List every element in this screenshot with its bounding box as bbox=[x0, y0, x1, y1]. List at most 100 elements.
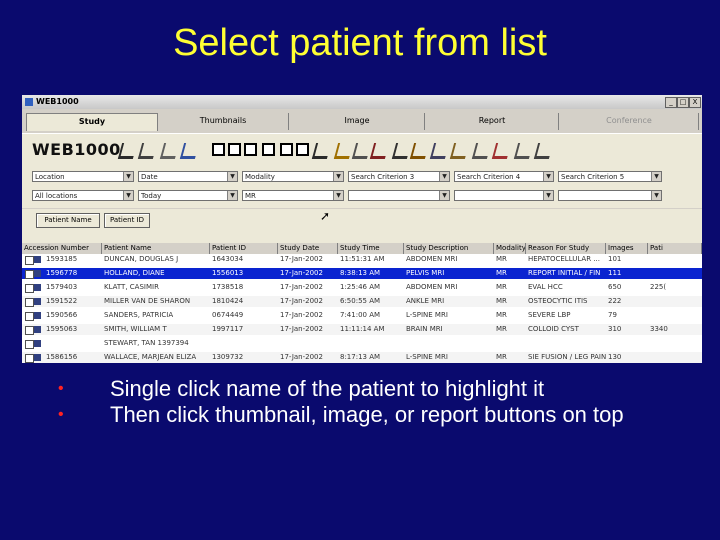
table-cell: MR bbox=[496, 311, 507, 319]
table-cell: 3340 bbox=[650, 325, 668, 333]
chevron-down-icon[interactable]: ▼ bbox=[651, 191, 661, 200]
column-header[interactable]: Study Date bbox=[278, 243, 338, 254]
film-icon[interactable] bbox=[429, 143, 450, 159]
refresh-icon[interactable] bbox=[179, 143, 200, 159]
column-header[interactable]: Modality bbox=[494, 243, 526, 254]
tab-study[interactable]: Study bbox=[26, 113, 158, 131]
row-expand-icon[interactable] bbox=[25, 298, 34, 307]
patient-name-button[interactable]: Patient Name bbox=[36, 213, 100, 228]
column-header[interactable]: Patient Name bbox=[102, 243, 210, 254]
print-icon[interactable] bbox=[311, 143, 332, 159]
row-expand-icon[interactable] bbox=[25, 326, 34, 335]
row-expand-icon[interactable] bbox=[25, 312, 34, 321]
table-cell: 1579403 bbox=[46, 283, 78, 291]
lock-icon[interactable] bbox=[449, 143, 470, 159]
search-criterion-3-select[interactable]: Search Criterion 3 ▼ bbox=[348, 171, 450, 182]
row-expand-icon[interactable] bbox=[25, 354, 34, 363]
trash-icon[interactable] bbox=[471, 143, 492, 159]
table-row[interactable]: 1591522 MILLER VAN DE SHARON 1810424 17-Jan… bbox=[22, 296, 702, 307]
copy-icon[interactable] bbox=[159, 143, 180, 159]
tab-report[interactable]: Report bbox=[426, 113, 559, 130]
table-cell: ABDOMEN MRI bbox=[406, 283, 458, 291]
annotate-icon[interactable] bbox=[391, 143, 412, 159]
search-criterion-5-select[interactable]: Search Criterion 5 ▼ bbox=[558, 171, 662, 182]
column-header[interactable]: Study Time bbox=[338, 243, 404, 254]
chevron-down-icon[interactable]: ▼ bbox=[651, 172, 661, 181]
study-icon bbox=[34, 312, 41, 319]
chevron-down-icon[interactable]: ▼ bbox=[333, 172, 343, 181]
row-expand-icon[interactable] bbox=[25, 340, 34, 349]
row-expand-icon[interactable] bbox=[25, 284, 34, 293]
column-header[interactable]: Reason For Study bbox=[526, 243, 606, 254]
table-cell: 1309732 bbox=[212, 353, 244, 361]
minimize-button[interactable]: _ bbox=[665, 97, 677, 108]
column-header[interactable]: Patient ID bbox=[210, 243, 278, 254]
close-button[interactable]: X bbox=[689, 97, 701, 108]
criterion-3-value-input[interactable]: ▼ bbox=[348, 190, 450, 201]
row-expand-icon[interactable] bbox=[25, 270, 34, 279]
table-cell: SEVERE LBP bbox=[528, 311, 571, 319]
chevron-down-icon[interactable]: ▼ bbox=[333, 191, 343, 200]
table-cell: MR bbox=[496, 269, 507, 277]
table-cell: SMITH, WILLIAM T bbox=[104, 325, 167, 333]
chevron-down-icon[interactable]: ▼ bbox=[543, 172, 553, 181]
layout-grid-icon[interactable] bbox=[262, 143, 275, 156]
location-select[interactable]: Location ▼ bbox=[32, 171, 134, 182]
chevron-down-icon[interactable]: ▼ bbox=[543, 191, 553, 200]
table-cell: 650 bbox=[608, 283, 622, 291]
rotate-icon[interactable] bbox=[137, 143, 158, 159]
tools-icon[interactable] bbox=[333, 143, 354, 159]
table-cell: 310 bbox=[608, 325, 622, 333]
tab-conference[interactable]: Conference bbox=[560, 113, 699, 130]
layout-rows-icon[interactable] bbox=[244, 143, 257, 156]
layout-1x1-icon[interactable] bbox=[212, 143, 225, 156]
table-row[interactable]: 1586156 WALLACE, MARJEAN ELIZA 1309732 17-J… bbox=[22, 352, 702, 363]
measure-icon[interactable] bbox=[409, 143, 430, 159]
criterion-5-value-input[interactable]: ▼ bbox=[558, 190, 662, 201]
table-row[interactable]: 1596778 HOLLAND, DIANE 1556013 17-Jan-2002 8… bbox=[22, 268, 702, 279]
date-value-select[interactable]: Today ▼ bbox=[138, 190, 238, 201]
chevron-down-icon[interactable]: ▼ bbox=[227, 172, 237, 181]
criterion-4-value-input[interactable]: ▼ bbox=[454, 190, 554, 201]
table-cell bbox=[404, 338, 494, 349]
column-header[interactable]: Images bbox=[606, 243, 648, 254]
column-header[interactable]: Pati bbox=[648, 243, 702, 254]
search-criterion-4-select[interactable]: Search Criterion 4 ▼ bbox=[454, 171, 554, 182]
chevron-down-icon[interactable]: ▼ bbox=[123, 172, 133, 181]
chevron-down-icon[interactable]: ▼ bbox=[439, 172, 449, 181]
layout-split-icon[interactable] bbox=[280, 143, 293, 156]
column-header[interactable]: Study Description bbox=[404, 243, 494, 254]
table-row[interactable]: 1595063 SMITH, WILLIAM T 1997117 17-Jan-200… bbox=[22, 324, 702, 335]
location-value-select[interactable]: All locations ▼ bbox=[32, 190, 134, 201]
modality-select[interactable]: Modality ▼ bbox=[242, 171, 344, 182]
table-row[interactable]: 1590566 SANDERS, PATRICIA 0674449 17-Jan-20… bbox=[22, 310, 702, 321]
table-cell: 1997117 bbox=[212, 325, 244, 333]
table-row[interactable]: 1579403 KLATT, CASIMIR 1738518 17-Jan-2002 1… bbox=[22, 282, 702, 293]
modality-value-select[interactable]: MR ▼ bbox=[242, 190, 344, 201]
export-icon[interactable] bbox=[513, 143, 534, 159]
layout-multi-icon[interactable] bbox=[296, 143, 309, 156]
table-cell: 1:25:46 AM bbox=[340, 283, 381, 291]
table-cell: 1643034 bbox=[212, 255, 244, 263]
date-select[interactable]: Date ▼ bbox=[138, 171, 238, 182]
book-icon[interactable] bbox=[491, 143, 512, 159]
chevron-down-icon[interactable]: ▼ bbox=[123, 191, 133, 200]
help-icon[interactable] bbox=[533, 143, 554, 159]
chevron-down-icon[interactable]: ▼ bbox=[227, 191, 237, 200]
tab-thumbnails[interactable]: Thumbnails bbox=[158, 113, 289, 130]
settings-icon[interactable] bbox=[369, 143, 390, 159]
table-row[interactable]: 1593185 DUNCAN, DOUGLAS J 1643034 17-Jan-20… bbox=[22, 254, 702, 265]
compare-icon[interactable] bbox=[351, 143, 372, 159]
slide-title: Select patient from list bbox=[173, 22, 547, 64]
patient-id-button[interactable]: Patient ID bbox=[104, 213, 150, 228]
table-cell: 1586156 bbox=[46, 353, 78, 361]
column-header[interactable]: Accession Number bbox=[22, 243, 102, 254]
row-expand-icon[interactable] bbox=[25, 256, 34, 265]
layout-2x2-icon[interactable] bbox=[228, 143, 241, 156]
brush-icon[interactable] bbox=[117, 143, 138, 159]
tab-image[interactable]: Image bbox=[290, 113, 425, 130]
table-row[interactable]: STEWART, TAN 1397394 bbox=[22, 338, 702, 349]
maximize-button[interactable]: □ bbox=[677, 97, 689, 108]
chevron-down-icon[interactable]: ▼ bbox=[439, 191, 449, 200]
table-cell: 130 bbox=[608, 353, 622, 361]
